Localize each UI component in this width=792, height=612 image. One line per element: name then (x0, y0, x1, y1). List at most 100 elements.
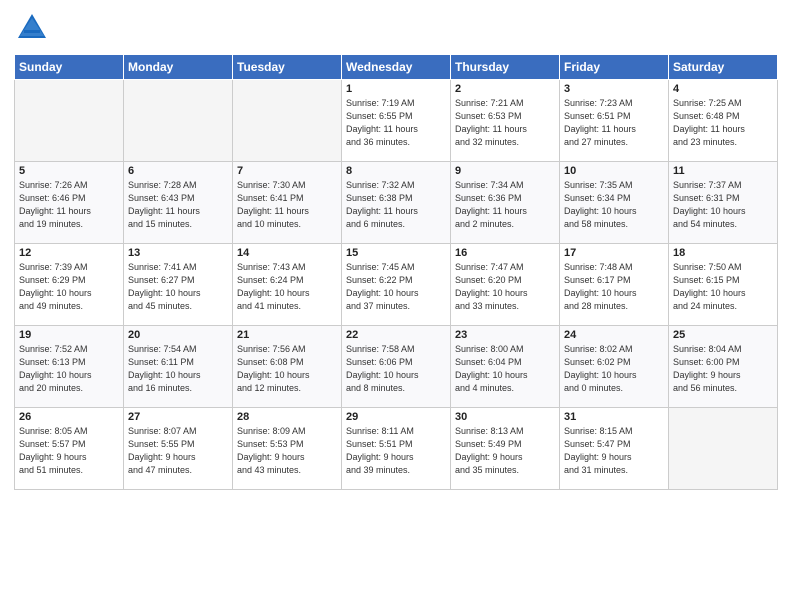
day-detail: Sunrise: 8:09 AM Sunset: 5:53 PM Dayligh… (237, 425, 337, 477)
day-detail: Sunrise: 7:34 AM Sunset: 6:36 PM Dayligh… (455, 179, 555, 231)
day-number: 21 (237, 329, 337, 341)
day-number: 12 (19, 247, 119, 259)
day-cell: 23Sunrise: 8:00 AM Sunset: 6:04 PM Dayli… (451, 326, 560, 408)
day-cell: 8Sunrise: 7:32 AM Sunset: 6:38 PM Daylig… (342, 162, 451, 244)
day-cell (124, 80, 233, 162)
day-number: 7 (237, 165, 337, 177)
day-detail: Sunrise: 8:15 AM Sunset: 5:47 PM Dayligh… (564, 425, 664, 477)
weekday-header-tuesday: Tuesday (233, 55, 342, 80)
weekday-header-monday: Monday (124, 55, 233, 80)
day-cell (233, 80, 342, 162)
logo (14, 10, 54, 46)
day-cell: 22 Sunrise: 7:58 AM Sunset: 6:06 PM Dayli… (342, 326, 451, 408)
week-row-4: 19 Sunrise: 7:52 AM Sunset: 6:13 PM Dayli… (15, 326, 778, 408)
day-detail: Sunrise: 7:54 AM Sunset: 6:11 PM Dayligh… (128, 343, 228, 395)
day-cell: 6 Sunrise: 7:28 AM Sunset: 6:43 PM Daylig… (124, 162, 233, 244)
day-cell (669, 408, 778, 490)
day-cell: 19 Sunrise: 7:52 AM Sunset: 6:13 PM Dayli… (15, 326, 124, 408)
day-cell: 14 Sunrise: 7:43 AM Sunset: 6:24 PM Dayli… (233, 244, 342, 326)
day-number: 5 (19, 165, 119, 177)
day-cell (15, 80, 124, 162)
day-number: 1 (346, 83, 446, 95)
day-cell: 12Sunrise: 7:39 AM Sunset: 6:29 PM Dayli… (15, 244, 124, 326)
day-detail: Sunrise: 7:50 AM Sunset: 6:15 PM Dayligh… (673, 261, 773, 313)
weekday-header-sunday: Sunday (15, 55, 124, 80)
day-number: 26 (19, 411, 119, 423)
day-detail: Sunrise: 7:47 AM Sunset: 6:20 PM Dayligh… (455, 261, 555, 313)
day-number: 20 (128, 329, 228, 341)
weekday-header-thursday: Thursday (451, 55, 560, 80)
day-number: 22 (346, 329, 446, 341)
week-row-1: 1 Sunrise: 7:19 AM Sunset: 6:55 PM Daylig… (15, 80, 778, 162)
day-cell: 11 Sunrise: 7:37 AM Sunset: 6:31 PM Dayli… (669, 162, 778, 244)
day-cell: 4 Sunrise: 7:25 AM Sunset: 6:48 PM Daylig… (669, 80, 778, 162)
day-detail: Sunrise: 7:43 AM Sunset: 6:24 PM Dayligh… (237, 261, 337, 313)
weekday-header-friday: Friday (560, 55, 669, 80)
day-detail: Sunrise: 7:52 AM Sunset: 6:13 PM Dayligh… (19, 343, 119, 395)
day-detail: Sunrise: 7:56 AM Sunset: 6:08 PM Dayligh… (237, 343, 337, 395)
day-cell: 1 Sunrise: 7:19 AM Sunset: 6:55 PM Daylig… (342, 80, 451, 162)
week-row-2: 5 Sunrise: 7:26 AM Sunset: 6:46 PM Daylig… (15, 162, 778, 244)
day-number: 29 (346, 411, 446, 423)
day-cell: 31 Sunrise: 8:15 AM Sunset: 5:47 PM Dayli… (560, 408, 669, 490)
day-detail: Sunrise: 8:04 AM Sunset: 6:00 PM Dayligh… (673, 343, 773, 395)
day-detail: Sunrise: 7:41 AM Sunset: 6:27 PM Dayligh… (128, 261, 228, 313)
day-cell: 30 Sunrise: 8:13 AM Sunset: 5:49 PM Dayli… (451, 408, 560, 490)
day-detail: Sunrise: 8:00 AM Sunset: 6:04 PM Dayligh… (455, 343, 555, 395)
day-cell: 13 Sunrise: 7:41 AM Sunset: 6:27 PM Dayli… (124, 244, 233, 326)
day-detail: Sunrise: 7:23 AM Sunset: 6:51 PM Dayligh… (564, 97, 664, 149)
day-cell: 7Sunrise: 7:30 AM Sunset: 6:41 PM Daylig… (233, 162, 342, 244)
day-number: 28 (237, 411, 337, 423)
day-cell: 25 Sunrise: 8:04 AM Sunset: 6:00 PM Dayli… (669, 326, 778, 408)
day-number: 4 (673, 83, 773, 95)
day-number: 27 (128, 411, 228, 423)
day-detail: Sunrise: 8:02 AM Sunset: 6:02 PM Dayligh… (564, 343, 664, 395)
day-cell: 20 Sunrise: 7:54 AM Sunset: 6:11 PM Dayli… (124, 326, 233, 408)
header (14, 10, 778, 46)
day-number: 19 (19, 329, 119, 341)
day-cell: 29 Sunrise: 8:11 AM Sunset: 5:51 PM Dayli… (342, 408, 451, 490)
day-detail: Sunrise: 8:11 AM Sunset: 5:51 PM Dayligh… (346, 425, 446, 477)
day-detail: Sunrise: 8:05 AM Sunset: 5:57 PM Dayligh… (19, 425, 119, 477)
weekday-header-row: SundayMondayTuesdayWednesdayThursdayFrid… (15, 55, 778, 80)
day-detail: Sunrise: 7:37 AM Sunset: 6:31 PM Dayligh… (673, 179, 773, 231)
day-number: 31 (564, 411, 664, 423)
day-cell: 3 Sunrise: 7:23 AM Sunset: 6:51 PM Daylig… (560, 80, 669, 162)
day-detail: Sunrise: 7:26 AM Sunset: 6:46 PM Dayligh… (19, 179, 119, 231)
day-number: 25 (673, 329, 773, 341)
day-number: 10 (564, 165, 664, 177)
week-row-5: 26 Sunrise: 8:05 AM Sunset: 5:57 PM Dayli… (15, 408, 778, 490)
day-detail: Sunrise: 7:28 AM Sunset: 6:43 PM Dayligh… (128, 179, 228, 231)
day-cell: 26 Sunrise: 8:05 AM Sunset: 5:57 PM Dayli… (15, 408, 124, 490)
day-cell: 15 Sunrise: 7:45 AM Sunset: 6:22 PM Dayli… (342, 244, 451, 326)
weekday-header-saturday: Saturday (669, 55, 778, 80)
day-number: 16 (455, 247, 555, 259)
day-detail: Sunrise: 7:58 AM Sunset: 6:06 PM Dayligh… (346, 343, 446, 395)
day-number: 14 (237, 247, 337, 259)
day-number: 6 (128, 165, 228, 177)
day-detail: Sunrise: 8:13 AM Sunset: 5:49 PM Dayligh… (455, 425, 555, 477)
day-detail: Sunrise: 8:07 AM Sunset: 5:55 PM Dayligh… (128, 425, 228, 477)
day-detail: Sunrise: 7:45 AM Sunset: 6:22 PM Dayligh… (346, 261, 446, 313)
day-number: 15 (346, 247, 446, 259)
day-cell: 17 Sunrise: 7:48 AM Sunset: 6:17 PM Dayli… (560, 244, 669, 326)
day-cell: 10 Sunrise: 7:35 AM Sunset: 6:34 PM Dayli… (560, 162, 669, 244)
day-detail: Sunrise: 7:48 AM Sunset: 6:17 PM Dayligh… (564, 261, 664, 313)
day-cell: 28 Sunrise: 8:09 AM Sunset: 5:53 PM Dayli… (233, 408, 342, 490)
day-number: 30 (455, 411, 555, 423)
day-number: 9 (455, 165, 555, 177)
day-number: 17 (564, 247, 664, 259)
day-number: 18 (673, 247, 773, 259)
weekday-header-wednesday: Wednesday (342, 55, 451, 80)
day-number: 3 (564, 83, 664, 95)
day-detail: Sunrise: 7:25 AM Sunset: 6:48 PM Dayligh… (673, 97, 773, 149)
day-number: 11 (673, 165, 773, 177)
day-number: 13 (128, 247, 228, 259)
day-detail: Sunrise: 7:21 AM Sunset: 6:53 PM Dayligh… (455, 97, 555, 149)
page: SundayMondayTuesdayWednesdayThursdayFrid… (0, 0, 792, 612)
day-cell: 16 Sunrise: 7:47 AM Sunset: 6:20 PM Dayli… (451, 244, 560, 326)
day-number: 8 (346, 165, 446, 177)
day-detail: Sunrise: 7:19 AM Sunset: 6:55 PM Dayligh… (346, 97, 446, 149)
day-detail: Sunrise: 7:35 AM Sunset: 6:34 PM Dayligh… (564, 179, 664, 231)
week-row-3: 12Sunrise: 7:39 AM Sunset: 6:29 PM Dayli… (15, 244, 778, 326)
